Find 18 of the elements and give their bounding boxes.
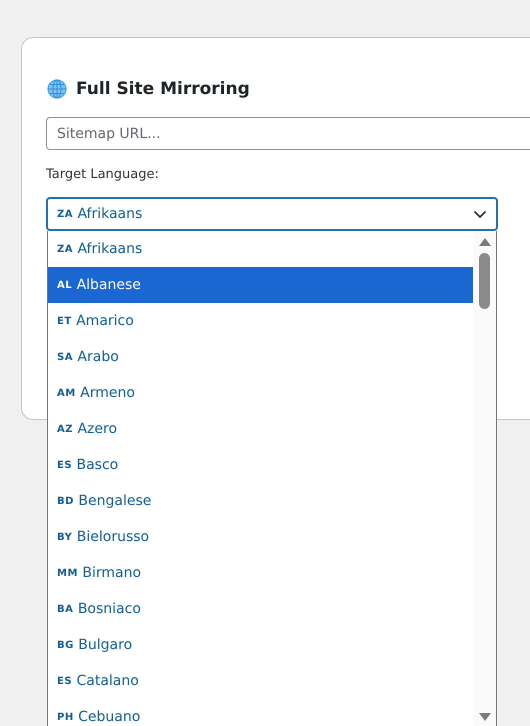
language-option[interactable]: ES Catalano	[48, 663, 473, 699]
language-option[interactable]: BD Bengalese	[48, 483, 473, 519]
field-label: Target Language:	[46, 167, 160, 182]
language-option[interactable]: ET Amarico	[48, 303, 473, 339]
language-option[interactable]: PH Cebuano	[48, 699, 473, 726]
language-select[interactable]: ZA Afrikaans	[46, 197, 498, 231]
language-option[interactable]: AL Albanese	[48, 267, 473, 303]
language-option[interactable]: SA Arabo	[48, 339, 473, 375]
language-option[interactable]: AM Armeno	[48, 375, 473, 411]
language-option[interactable]: AZ Azero	[48, 411, 473, 447]
language-option[interactable]: ES Basco	[48, 447, 473, 483]
language-option[interactable]: MM Birmano	[48, 555, 473, 591]
language-option[interactable]: ZA Afrikaans	[48, 231, 473, 267]
language-option[interactable]: BY Bielorusso	[48, 519, 473, 555]
language-option[interactable]: BA Bosniaco	[48, 591, 473, 627]
section-title: Full Site Mirroring	[76, 79, 250, 99]
language-option[interactable]: BG Bulgaro	[48, 627, 473, 663]
sitemap-url-field[interactable]: Sitemap URL...	[46, 117, 530, 150]
